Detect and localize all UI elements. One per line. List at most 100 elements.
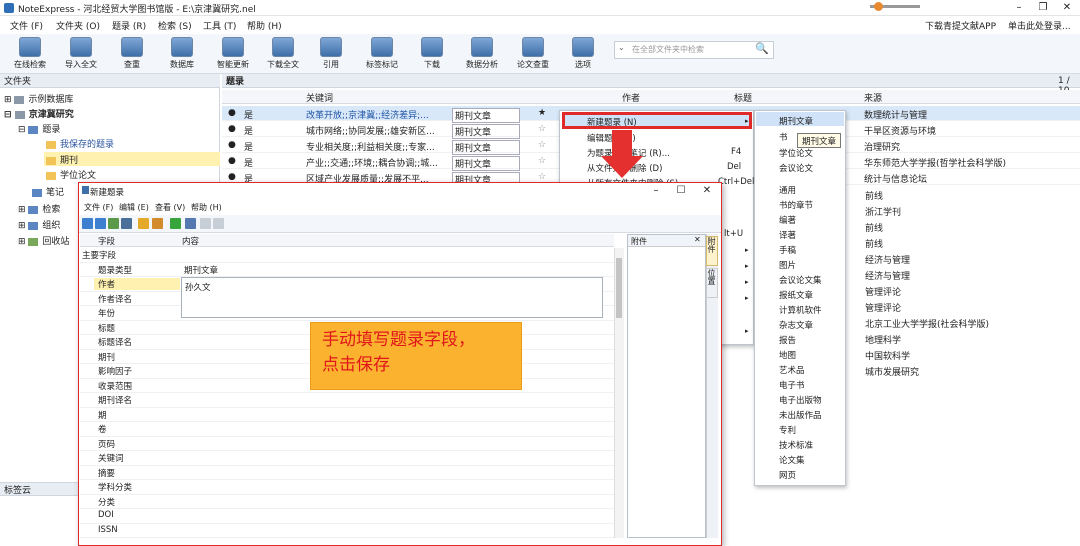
submenu-item[interactable]: 通用 (779, 184, 796, 196)
submenu-item[interactable]: 书 (779, 131, 788, 143)
menu-search[interactable]: 检索 (S) (158, 19, 192, 32)
submenu-item[interactable]: 手稿 (779, 244, 796, 256)
field-row[interactable]: 题录类型 期刊文章 (80, 263, 614, 277)
field-row[interactable]: 期刊译名 (80, 393, 614, 408)
menu-file[interactable]: 文件 (F) (10, 19, 43, 32)
cite-button[interactable]: 引用 (309, 37, 353, 73)
submenu-item[interactable]: 技术标准 (779, 439, 813, 451)
options-button[interactable]: 选项 (561, 37, 605, 73)
save-as-icon[interactable] (95, 218, 106, 229)
pin-icon[interactable] (185, 218, 196, 229)
close-icon[interactable]: ✕ (694, 235, 701, 244)
dialog-close-button[interactable]: ✕ (696, 184, 718, 198)
tree-item-journal[interactable]: 期刊 (44, 152, 220, 166)
field-row[interactable]: 关键词 (80, 451, 614, 466)
submenu-item[interactable]: 学位论文 (779, 147, 813, 159)
next-icon[interactable] (213, 218, 224, 229)
field-row[interactable]: ISSN (80, 524, 614, 538)
col-keywords[interactable]: 关键词 (306, 91, 333, 104)
dialog-menu-view[interactable]: 查看 (V) (155, 202, 185, 213)
tab-attachments[interactable]: 附件 (706, 236, 718, 266)
submenu-item[interactable]: 艺术品 (779, 364, 805, 376)
tree-item-sample-db[interactable]: ⊞ 示例数据库 (4, 92, 73, 105)
star-icon[interactable]: ☆ (538, 156, 546, 166)
tag-mark-button[interactable]: 标签标记 (360, 37, 404, 73)
maximize-button[interactable]: ❐ (1032, 1, 1054, 15)
submenu-item[interactable]: 杂志文章 (779, 319, 813, 331)
author-input[interactable] (181, 277, 603, 318)
submenu-item[interactable]: 会议论文 (779, 162, 813, 174)
field-row[interactable]: DOI (80, 509, 614, 524)
submenu-item[interactable]: 译著 (779, 229, 796, 241)
grid-icon[interactable] (170, 218, 181, 229)
submenu-item[interactable]: 图片 (779, 259, 796, 271)
submenu-item[interactable]: 未出版作品 (779, 409, 822, 421)
submenu-item[interactable]: 论文集 (779, 454, 805, 466)
online-search-button[interactable]: 在线检索 (8, 37, 52, 73)
tab-location[interactable]: 位置 (706, 268, 718, 298)
menu-help[interactable]: 帮助 (H) (247, 19, 282, 32)
data-analysis-button[interactable]: 数据分析 (460, 37, 504, 73)
tree-item-organize[interactable]: ⊞ 组织 (18, 218, 60, 231)
copy-icon[interactable] (108, 218, 119, 229)
import-fulltext-button[interactable]: 导入全文 (59, 37, 103, 73)
dialog-menu-file[interactable]: 文件 (F) (84, 202, 113, 213)
collapse-icon[interactable]: ⊟ (18, 125, 26, 135)
save-icon[interactable] (82, 218, 93, 229)
submenu-item[interactable]: 编著 (779, 214, 796, 226)
submenu-item[interactable]: 专利 (779, 424, 796, 436)
col-title[interactable]: 标题 (734, 91, 752, 104)
star-icon[interactable]: ☆ (538, 140, 546, 150)
tree-item-notes[interactable]: 笔记 (32, 185, 64, 198)
tree-item-thesis[interactable]: 学位论文 (46, 168, 96, 181)
smart-update-button[interactable]: 智能更新 (211, 37, 255, 73)
close-button[interactable]: ✕ (1056, 1, 1078, 15)
prev-icon[interactable] (200, 218, 211, 229)
menu-record[interactable]: 题录 (R) (112, 19, 146, 32)
submenu-item[interactable]: 书的章节 (779, 199, 813, 211)
star-icon[interactable]: ☆ (538, 124, 546, 134)
field-group[interactable]: 主要字段 (80, 248, 614, 263)
star-icon[interactable]: ★ (538, 108, 546, 118)
menu-folder[interactable]: 文件夹 (O) (56, 19, 100, 32)
field-row[interactable]: 分类 (80, 495, 614, 509)
attach-icon[interactable] (152, 218, 163, 229)
dialog-minimize-button[interactable]: – (645, 184, 667, 198)
field-row[interactable]: 摘要 (80, 466, 614, 480)
search-input[interactable]: 在全部文件夹中检索 (632, 44, 704, 55)
tree-item-search[interactable]: ⊞ 检索 (18, 202, 60, 215)
menu-item-new-record[interactable]: 新建题录 (N) (587, 116, 637, 128)
tree-item-saved[interactable]: 我保存的题录 (46, 137, 114, 150)
dialog-menu-help[interactable]: 帮助 (H) (191, 202, 222, 213)
tree-item-jjj[interactable]: ⊟ 京津冀研究 (4, 107, 74, 120)
collapse-icon[interactable]: ⊟ (4, 110, 12, 120)
submenu-item[interactable]: 会议论文集 (779, 274, 822, 286)
record-type-value[interactable]: 期刊文章 (184, 264, 218, 276)
col-source[interactable]: 来源 (864, 91, 882, 104)
login-link[interactable]: 单击此处登录... (1008, 19, 1071, 32)
tree-item-recycle[interactable]: ⊞ 回收站 (18, 234, 69, 247)
database-button[interactable]: 数据库 (160, 37, 204, 73)
dedupe-button[interactable]: 查重 (110, 37, 154, 73)
submenu-item[interactable]: 地图 (779, 349, 796, 361)
download-app-link[interactable]: 下载青提文献APP (925, 19, 996, 32)
pencil-icon[interactable] (138, 218, 149, 229)
submenu-item[interactable]: 电子书 (779, 379, 805, 391)
download-fulltext-button[interactable]: 下载全文 (261, 37, 305, 73)
expand-icon[interactable]: ⊞ (18, 237, 26, 247)
expand-icon[interactable]: ⊞ (4, 95, 12, 105)
expand-icon[interactable]: ⊞ (18, 221, 26, 231)
menu-tools[interactable]: 工具 (T) (203, 19, 236, 32)
edit-icon[interactable] (121, 218, 132, 229)
zoom-slider-handle[interactable] (874, 2, 883, 11)
dialog-maximize-button[interactable]: ☐ (670, 184, 692, 198)
download-button[interactable]: 下载 (410, 37, 454, 73)
search-icon[interactable]: 🔍 (755, 42, 769, 55)
submenu-item[interactable]: 报纸文章 (779, 289, 813, 301)
star-icon[interactable]: ☆ (538, 172, 546, 182)
expand-icon[interactable]: ⊞ (18, 205, 26, 215)
submenu-item[interactable]: 电子出版物 (779, 394, 822, 406)
submenu-item[interactable]: 期刊文章 (779, 115, 813, 127)
tree-item-records[interactable]: ⊟ 题录 (18, 122, 60, 135)
field-row[interactable]: 卷 (80, 422, 614, 437)
